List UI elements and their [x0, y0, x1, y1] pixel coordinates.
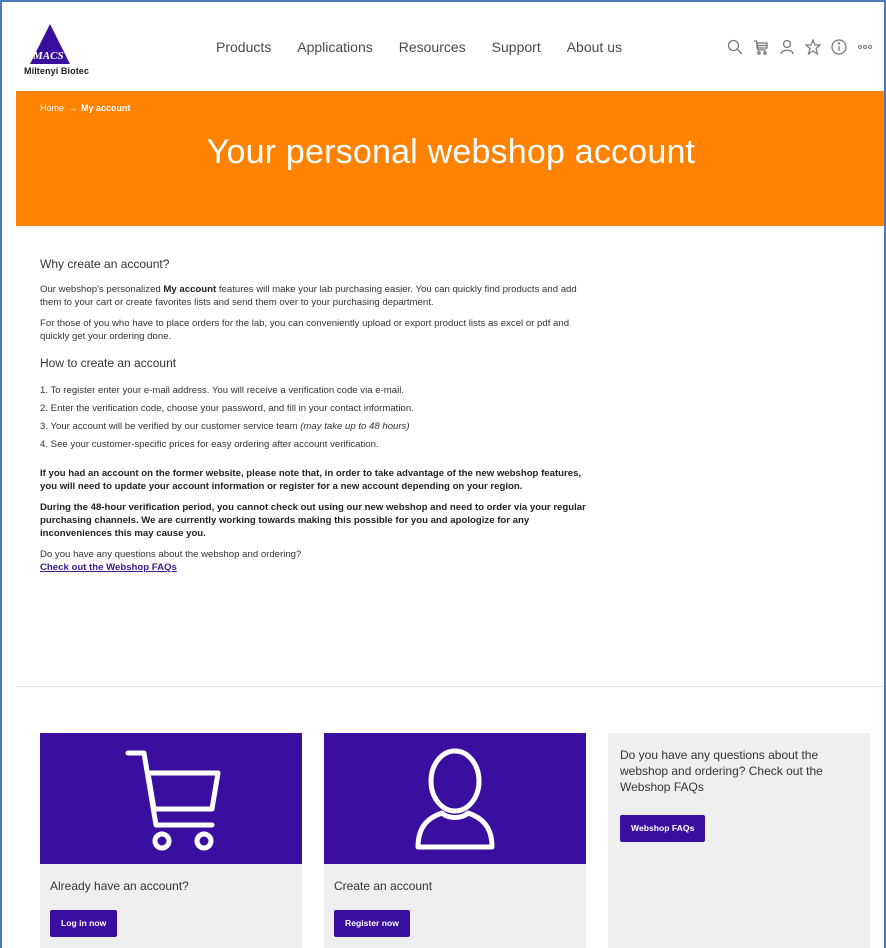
svg-text:MACS: MACS — [32, 50, 64, 62]
nav-resources[interactable]: Resources — [399, 39, 466, 55]
logo[interactable]: MACS Miltenyi Biotec — [24, 22, 114, 78]
more-icon[interactable] — [856, 38, 874, 56]
notice-verification: During the 48-hour verification period, … — [40, 502, 586, 539]
breadcrumb-current: My account — [81, 103, 131, 113]
nav-products[interactable]: Products — [216, 39, 271, 55]
faq-card: Do you have any questions about the webs… — [608, 733, 870, 948]
register-card-title: Create an account — [334, 879, 433, 893]
page-title: Your personal webshop account — [206, 133, 696, 171]
search-icon[interactable] — [726, 38, 744, 56]
header-tools — [726, 38, 874, 56]
how-heading: How to create an account — [40, 356, 177, 370]
page-frame: MACS Miltenyi Biotec Products Applicatio… — [0, 0, 886, 948]
login-card-title: Already have an account? — [50, 879, 189, 893]
site-header: MACS Miltenyi Biotec Products Applicatio… — [2, 2, 884, 90]
notice-former-account: If you had an account on the former webs… — [40, 468, 582, 492]
user-profile-icon — [415, 748, 495, 850]
why-heading: Why create an account? — [40, 257, 170, 271]
step-note: (may take up to 48 hours) — [300, 421, 410, 432]
login-card-image — [40, 733, 302, 864]
list-item: 2. Enter the verification code, choose y… — [40, 403, 414, 414]
macs-logo-icon: MACS — [30, 24, 70, 64]
step-text: 3. Your account will be verified by our … — [40, 421, 301, 432]
steps-list: 1. To register enter your e-mail address… — [40, 384, 600, 451]
register-card-image — [324, 733, 586, 864]
list-item: 4. See your customer-specific prices for… — [40, 439, 379, 450]
section-divider — [16, 686, 884, 687]
why-paragraph-2: For those of you who have to place order… — [40, 318, 570, 342]
webshop-faq-link[interactable]: Check out the Webshop FAQs — [40, 561, 177, 574]
logo-text: Miltenyi Biotec — [24, 66, 90, 76]
login-card: Already have an account? Log in now — [40, 733, 302, 948]
nav-about-us[interactable]: About us — [567, 39, 622, 55]
info-icon[interactable] — [830, 38, 848, 56]
breadcrumb: Home → My account — [40, 103, 131, 113]
login-button[interactable]: Log in now — [50, 910, 118, 937]
breadcrumb-home[interactable]: Home — [40, 103, 64, 113]
star-icon[interactable] — [804, 38, 822, 56]
faq-question: Do you have any questions about the webs… — [40, 549, 302, 560]
why-text: Our webshop's personalized — [40, 284, 164, 295]
register-card: Create an account Register now — [324, 733, 586, 948]
hero-banner: Home → My account Your personal webshop … — [16, 91, 884, 226]
main-nav: Products Applications Resources Support … — [216, 39, 622, 55]
list-item: 3. Your account will be verified by our … — [40, 420, 600, 433]
faq-card-text: Do you have any questions about the webs… — [620, 748, 823, 794]
main-content: Why create an account? Our webshop's per… — [40, 258, 600, 574]
cart-icon[interactable] — [752, 38, 770, 56]
user-icon[interactable] — [778, 38, 796, 56]
my-account-bold: My account — [163, 284, 217, 295]
why-paragraph-1: Our webshop's personalized My account fe… — [40, 283, 600, 309]
nav-support[interactable]: Support — [492, 39, 541, 55]
list-item: 1. To register enter your e-mail address… — [40, 385, 405, 396]
breadcrumb-separator: → — [68, 103, 78, 113]
webshop-faqs-button[interactable]: Webshop FAQs — [620, 815, 706, 842]
shopping-cart-icon — [125, 750, 221, 851]
register-button[interactable]: Register now — [334, 910, 410, 937]
nav-applications[interactable]: Applications — [297, 39, 373, 55]
